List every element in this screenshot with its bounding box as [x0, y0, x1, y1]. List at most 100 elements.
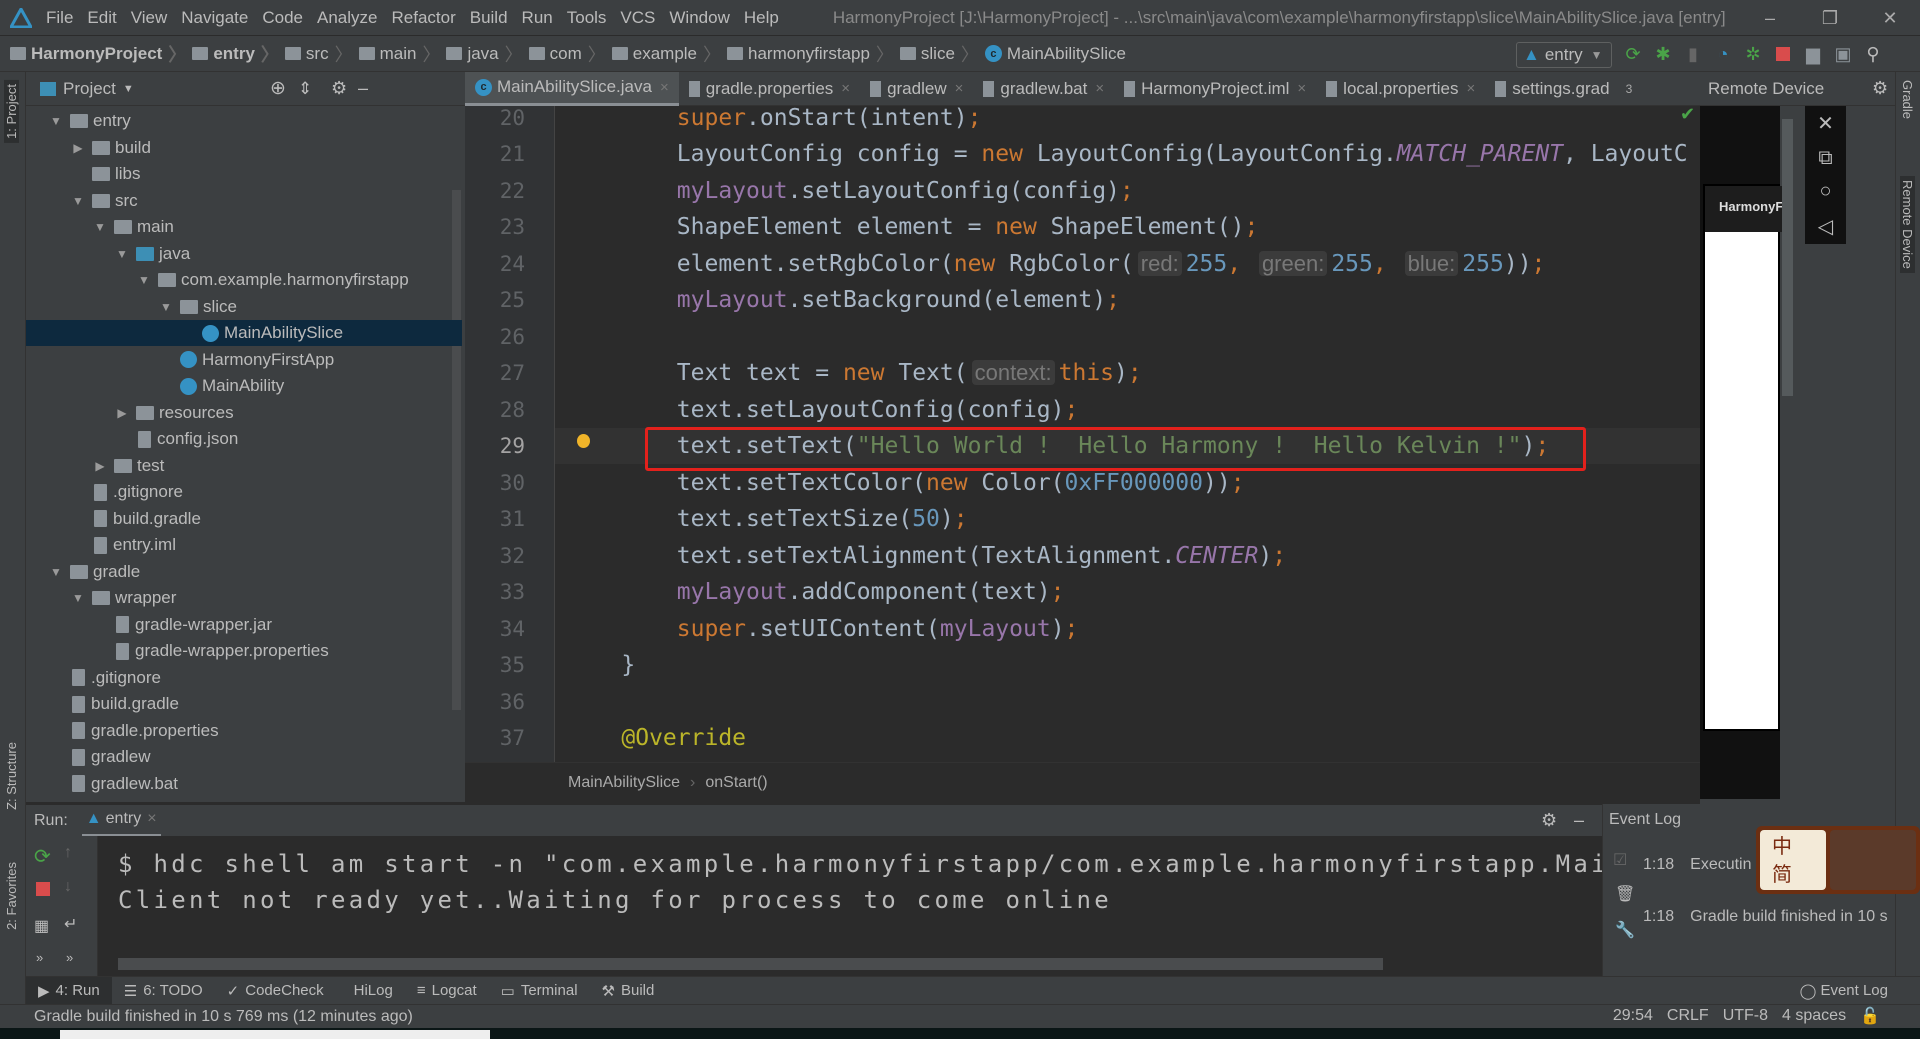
lock-icon[interactable]: 🔓	[1860, 1006, 1880, 1026]
tree-item[interactable]: ▼ java	[26, 241, 462, 267]
tab-gradlew-bat[interactable]: gradlew.bat ×	[973, 72, 1114, 106]
menu-refactor[interactable]: Refactor	[391, 8, 455, 28]
tree-item[interactable]: entry.iml	[26, 532, 462, 558]
tree-item[interactable]: HarmonyProject.iml	[26, 797, 462, 802]
breadcrumb-item[interactable]: main 〉	[358, 41, 447, 67]
tree-item[interactable]: ▶ test	[26, 453, 462, 479]
expanded-arrow-icon[interactable]: ▼	[114, 247, 130, 261]
breadcrumb-item[interactable]: java 〉	[446, 41, 528, 67]
bottom-tab-build[interactable]: ⚒ Build	[590, 977, 667, 1005]
menu-vcs[interactable]: VCS	[620, 8, 655, 28]
line-separator[interactable]: CRLF	[1667, 1007, 1709, 1025]
bottom-tab-hilog[interactable]: HiLog	[336, 977, 405, 1005]
down-arrow-icon[interactable]: ↓	[64, 878, 72, 896]
expanded-arrow-icon[interactable]: ▼	[70, 194, 86, 208]
breadcrumb-item[interactable]: HarmonyProject 〉	[10, 41, 192, 67]
tree-item[interactable]: build.gradle	[26, 691, 462, 717]
rerun-icon[interactable]: ⟳	[1622, 42, 1644, 66]
bottom-tab-4-run[interactable]: ▶ 4: Run	[26, 976, 112, 1005]
close-tab-icon[interactable]: ×	[955, 80, 964, 97]
breadcrumb-item[interactable]: entry 〉	[192, 41, 285, 67]
hide-panel-icon[interactable]: –	[358, 78, 368, 99]
close-tab-icon[interactable]: ×	[841, 80, 850, 97]
tab-gradle-properties[interactable]: gradle.properties ×	[679, 72, 860, 106]
close-tab-icon[interactable]: ×	[660, 79, 669, 96]
tree-item[interactable]: ▼ main	[26, 214, 462, 240]
more-icon[interactable]: »	[66, 950, 73, 965]
tab-settings-grad[interactable]: settings.grad	[1485, 72, 1619, 106]
gear-icon[interactable]: ⚙	[331, 78, 347, 99]
tab-local-properties[interactable]: local.properties ×	[1316, 72, 1485, 106]
soft-wrap-icon[interactable]: ↵	[64, 914, 77, 934]
tab-mainabilityslice-java[interactable]: c MainAbilitySlice.java ×	[465, 71, 679, 106]
expanded-arrow-icon[interactable]: ▼	[92, 220, 108, 234]
attach-debugger-icon[interactable]: ▮	[1682, 42, 1704, 66]
run-configuration-select[interactable]: ▲ entry ▼	[1516, 42, 1612, 68]
tree-item[interactable]: ▼ gradle	[26, 559, 462, 585]
tree-item[interactable]: ▶ resources	[26, 400, 462, 426]
menu-tools[interactable]: Tools	[567, 8, 607, 28]
layout-icon[interactable]: ▦	[34, 916, 49, 936]
tree-item[interactable]: ▼ src	[26, 188, 462, 214]
run-tab-entry[interactable]: ▲ entry ×	[81, 805, 161, 837]
rotate-icon[interactable]: ⧉	[1818, 147, 1832, 170]
menu-build[interactable]: Build	[470, 8, 508, 28]
crumb-method[interactable]: onStart()	[705, 774, 767, 792]
breadcrumb-item[interactable]: com 〉	[528, 41, 612, 67]
tree-item[interactable]: MainAbility	[26, 373, 462, 399]
tree-item[interactable]: ▼ entry	[26, 108, 462, 134]
indent-setting[interactable]: 4 spaces	[1782, 1007, 1846, 1025]
caret-position[interactable]: 29:54	[1613, 1007, 1653, 1025]
run-console[interactable]: $ hdc shell am start -n "com.example.har…	[98, 836, 1602, 976]
tree-item[interactable]: HarmonyFirstApp	[26, 347, 462, 373]
restore-button[interactable]: ❐	[1800, 0, 1860, 36]
gear-icon[interactable]: ⚙	[1872, 78, 1888, 99]
breadcrumb-item[interactable]: harmonyfirstapp 〉	[727, 41, 900, 67]
bottom-tab-terminal[interactable]: ▭ Terminal	[489, 977, 590, 1005]
collapsed-arrow-icon[interactable]: ▶	[114, 406, 130, 420]
file-encoding[interactable]: UTF-8	[1723, 1007, 1768, 1025]
stop-icon[interactable]	[36, 882, 50, 896]
expanded-arrow-icon[interactable]: ▼	[48, 114, 64, 128]
menu-run[interactable]: Run	[522, 8, 553, 28]
breadcrumb-item[interactable]: c MainAbilitySlice	[984, 44, 1126, 64]
menu-navigate[interactable]: Navigate	[181, 8, 248, 28]
project-view-select[interactable]: Project	[63, 79, 116, 99]
device-manager-icon[interactable]: ▣	[1832, 42, 1854, 66]
search-icon[interactable]: ⚲	[1862, 42, 1884, 66]
console-scrollbar[interactable]	[118, 958, 1383, 970]
close-tab-icon[interactable]: ×	[1466, 80, 1475, 97]
tree-item[interactable]: gradle-wrapper.jar	[26, 612, 462, 638]
tree-item[interactable]: .gitignore	[26, 479, 462, 505]
tree-item[interactable]: libs	[26, 161, 462, 187]
hide-panel-icon[interactable]: –	[1574, 810, 1584, 831]
collapsed-arrow-icon[interactable]: ▶	[92, 459, 108, 473]
device-scrollbar[interactable]	[1782, 119, 1793, 396]
stop-icon[interactable]	[1772, 42, 1794, 66]
tree-item[interactable]: gradlew.bat	[26, 771, 462, 797]
breadcrumb-item[interactable]: src 〉	[284, 41, 359, 67]
expanded-arrow-icon[interactable]: ▼	[136, 273, 152, 287]
home-icon[interactable]: ○	[1819, 180, 1831, 203]
wrench-icon[interactable]: 🔧	[1615, 920, 1635, 940]
debug-icon[interactable]: ✱	[1652, 42, 1674, 66]
bottom-tab-logcat[interactable]: ≡ Logcat	[405, 977, 489, 1005]
up-arrow-icon[interactable]: ↑	[64, 844, 72, 862]
project-tool-tab[interactable]: 1: Project	[4, 80, 19, 143]
expanded-arrow-icon[interactable]: ▼	[70, 591, 86, 605]
tree-item[interactable]: ▼ slice	[26, 294, 462, 320]
lightbulb-icon[interactable]	[577, 434, 590, 448]
more-icon[interactable]: »	[36, 950, 43, 965]
tree-item[interactable]: build.gradle	[26, 506, 462, 532]
gradle-tool-tab[interactable]: Gradle	[1900, 80, 1915, 119]
breadcrumb-item[interactable]: slice 〉	[899, 41, 985, 67]
rerun-icon[interactable]: ⟳	[34, 844, 51, 869]
tree-item[interactable]: ▼ com.example.harmonyfirstapp	[26, 267, 462, 293]
menu-file[interactable]: File	[46, 8, 73, 28]
tree-item[interactable]: MainAbilitySlice	[26, 320, 462, 346]
tree-item[interactable]: ▼ wrapper	[26, 585, 462, 611]
menu-help[interactable]: Help	[744, 8, 779, 28]
collapse-all-icon[interactable]: ⇕	[298, 79, 312, 99]
menu-window[interactable]: Window	[669, 8, 729, 28]
favorites-tool-tab[interactable]: 2: Favorites	[4, 862, 19, 930]
